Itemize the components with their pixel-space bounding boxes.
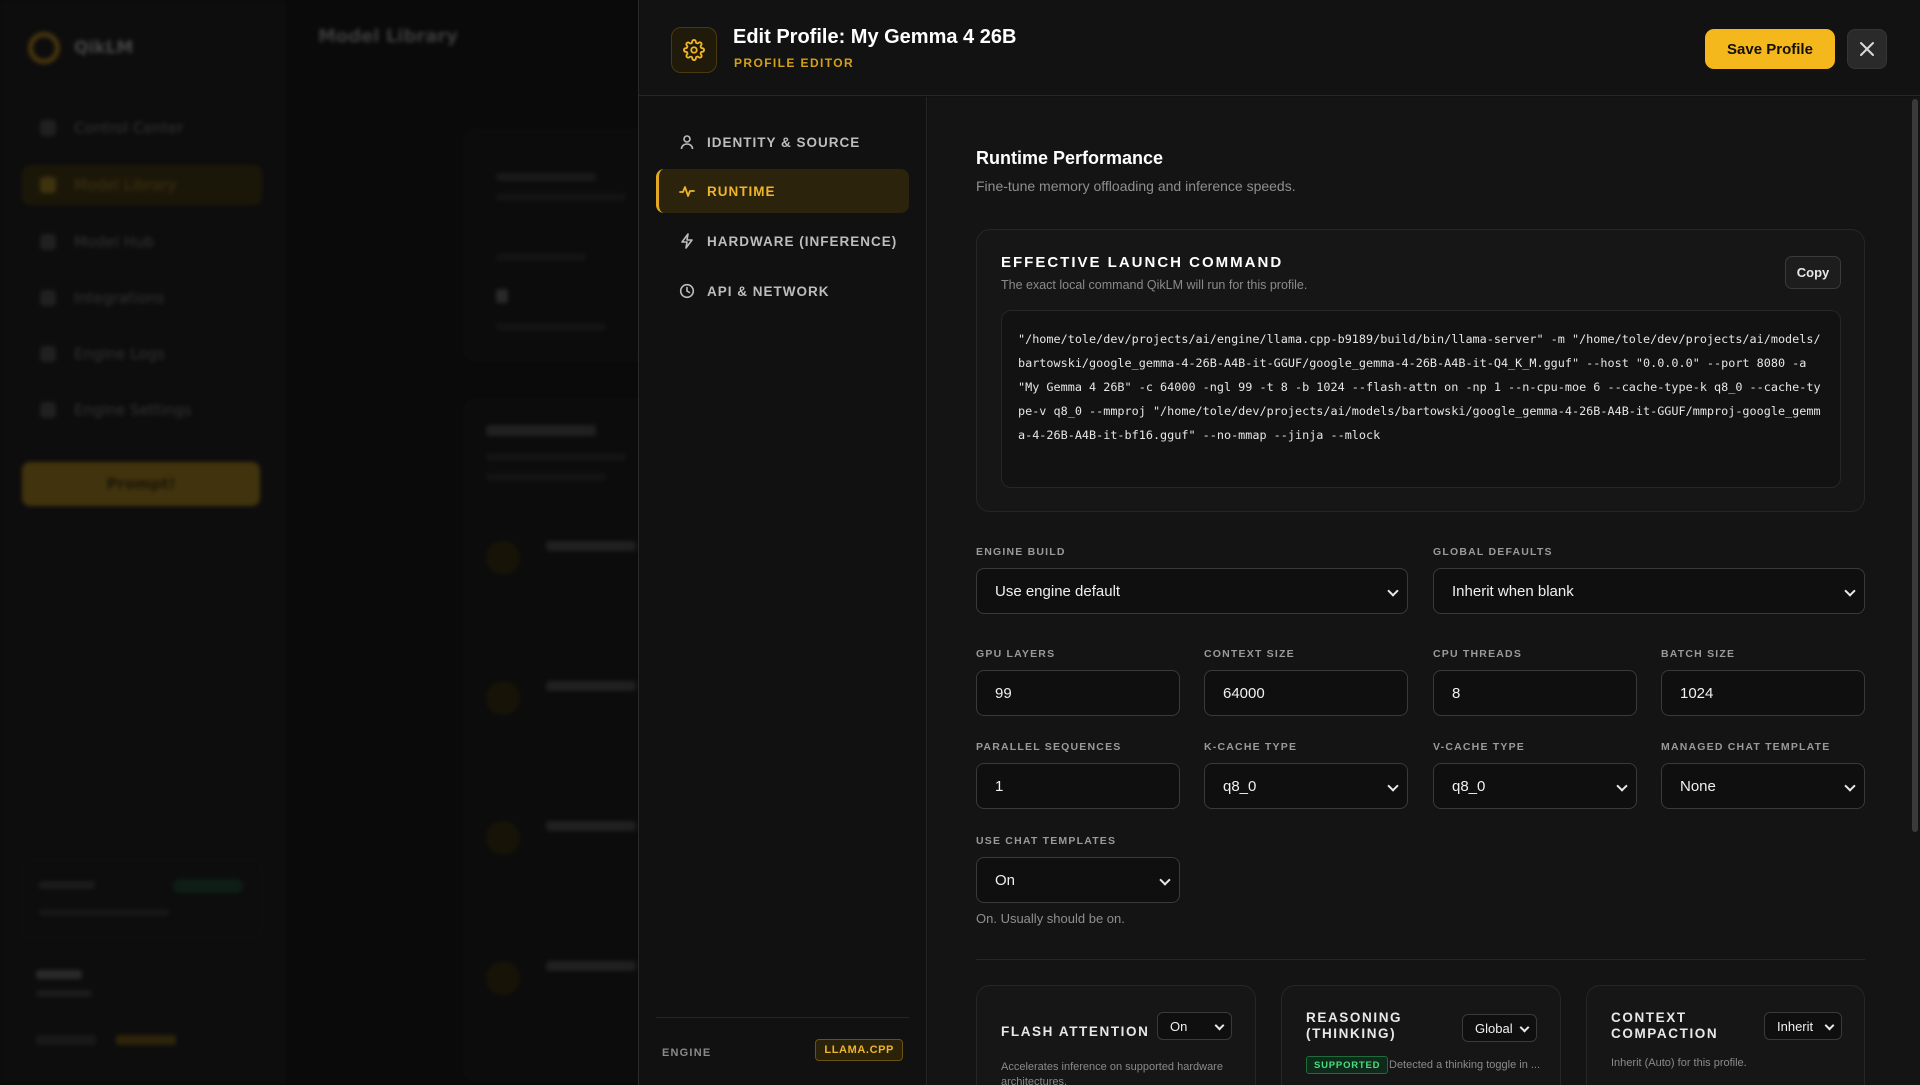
engine-build-label: ENGINE BUILD <box>976 546 1066 558</box>
lightning-icon <box>681 233 693 249</box>
flash-attention-select[interactable]: On <box>1157 1012 1232 1040</box>
engine-badge: LLAMA.CPP <box>815 1039 903 1061</box>
bg-page-title: Model Library <box>318 26 458 47</box>
bg-nav-engine-logs: Engine Logs <box>22 334 262 374</box>
profile-editor-nav: IDENTITY & SOURCE RUNTIME HARDWARE (INFE… <box>639 97 927 1085</box>
bg-nav-model-library: Model Library <box>22 165 262 205</box>
launch-command-description: The exact local command QikLM will run f… <box>1001 278 1308 292</box>
bg-prompt-button: Prompt! <box>22 462 260 506</box>
v-cache-type-label: V-CACHE TYPE <box>1433 741 1525 753</box>
nav-item-hardware[interactable]: HARDWARE (INFERENCE) <box>656 219 909 263</box>
engine-footer: ENGINE LLAMA.CPP <box>656 1017 909 1085</box>
reasoning-title: REASONING (THINKING) <box>1306 1010 1402 1042</box>
modal-subtitle: PROFILE EDITOR <box>734 56 855 70</box>
reasoning-description: Detected a thinking toggle in ... <box>1389 1059 1541 1071</box>
gpu-layers-label: GPU LAYERS <box>976 648 1056 660</box>
nav-item-label: HARDWARE (INFERENCE) <box>707 233 898 249</box>
nav-item-identity-source[interactable]: IDENTITY & SOURCE <box>656 120 909 164</box>
context-compaction-card: CONTEXT COMPACTION Inherit Inherit (Auto… <box>1586 985 1865 1085</box>
context-compaction-title-line1: CONTEXT <box>1611 1010 1687 1025</box>
global-defaults-select[interactable]: Inherit when blank <box>1433 568 1865 614</box>
flash-attention-card: FLASH ATTENTION On Accelerates inference… <box>976 985 1256 1085</box>
batch-size-label: BATCH SIZE <box>1661 648 1736 660</box>
nav-item-runtime[interactable]: RUNTIME <box>656 169 909 213</box>
context-compaction-title-line2: COMPACTION <box>1611 1026 1719 1041</box>
launch-command-card: EFFECTIVE LAUNCH COMMAND The exact local… <box>976 229 1865 512</box>
bg-engine-status <box>22 860 262 938</box>
bg-library-status-card <box>465 400 645 1080</box>
global-defaults-label: GLOBAL DEFAULTS <box>1433 546 1553 558</box>
section-divider <box>976 959 1865 960</box>
managed-chat-template-select[interactable]: None <box>1661 763 1865 809</box>
launch-command-title: EFFECTIVE LAUNCH COMMAND <box>1001 254 1284 271</box>
gpu-layers-input[interactable]: 99 <box>976 670 1180 716</box>
app-logo-icon <box>28 32 60 64</box>
save-profile-button[interactable]: Save Profile <box>1705 29 1835 69</box>
batch-size-input[interactable]: 1024 <box>1661 670 1865 716</box>
context-size-input[interactable]: 64000 <box>1204 670 1408 716</box>
k-cache-type-select[interactable]: q8_0 <box>1204 763 1408 809</box>
user-icon <box>680 135 694 150</box>
context-compaction-description: Inherit (Auto) for this profile. <box>1611 1057 1747 1069</box>
runtime-content[interactable]: Runtime Performance Fine-tune memory off… <box>928 97 1920 1085</box>
nav-item-label: API & NETWORK <box>707 283 830 299</box>
engine-build-select[interactable]: Use engine default <box>976 568 1408 614</box>
activity-icon <box>679 186 695 197</box>
use-chat-templates-label: USE CHAT TEMPLATES <box>976 835 1117 847</box>
bg-nav-model-hub: Model Hub <box>22 222 262 262</box>
reasoning-select[interactable]: Global <box>1462 1014 1537 1042</box>
use-chat-templates-select[interactable]: On <box>976 857 1180 903</box>
supported-badge: SUPPORTED <box>1306 1056 1389 1074</box>
context-compaction-title: CONTEXT COMPACTION <box>1611 1010 1718 1042</box>
app-name: QikLM <box>74 38 134 58</box>
nav-item-api-network[interactable]: API & NETWORK <box>656 269 909 313</box>
gear-icon <box>671 27 717 73</box>
nav-item-label: IDENTITY & SOURCE <box>707 134 861 150</box>
flash-attention-title: FLASH ATTENTION <box>1001 1024 1150 1039</box>
parallel-sequences-input[interactable]: 1 <box>976 763 1180 809</box>
cpu-threads-label: CPU THREADS <box>1433 648 1523 660</box>
modal-header: Edit Profile: My Gemma 4 26B PROFILE EDI… <box>639 0 1920 96</box>
v-cache-type-select[interactable]: q8_0 <box>1433 763 1637 809</box>
launch-command-text[interactable]: "/home/tole/dev/projects/ai/engine/llama… <box>1001 310 1841 488</box>
use-chat-templates-hint: On. Usually should be on. <box>976 911 1125 926</box>
parallel-sequences-label: PARALLEL SEQUENCES <box>976 741 1122 753</box>
flash-attention-description: Accelerates inference on supported hardw… <box>1001 1061 1223 1085</box>
reasoning-card: REASONING (THINKING) Global SUPPORTED De… <box>1281 985 1561 1085</box>
engine-label: ENGINE <box>662 1047 712 1059</box>
k-cache-type-label: K-CACHE TYPE <box>1204 741 1298 753</box>
close-button[interactable] <box>1847 29 1887 69</box>
context-size-label: CONTEXT SIZE <box>1204 648 1295 660</box>
reasoning-title-line2: (THINKING) <box>1306 1026 1397 1041</box>
bg-local-library-card <box>465 130 645 360</box>
content-scrollbar[interactable] <box>1909 97 1920 1085</box>
background-sidebar: QikLM Control Center Model Library Model… <box>0 0 285 1085</box>
section-title: Runtime Performance <box>976 148 1164 168</box>
bg-nav-engine-settings: Engine Settings <box>22 390 262 430</box>
context-compaction-select[interactable]: Inherit <box>1764 1012 1842 1040</box>
bg-user-block <box>36 970 236 1010</box>
copy-button[interactable]: Copy <box>1785 256 1841 289</box>
modal-title: Edit Profile: My Gemma 4 26B <box>733 26 1017 48</box>
close-icon <box>1860 42 1874 56</box>
nav-item-label: RUNTIME <box>707 183 776 199</box>
reasoning-title-line1: REASONING <box>1306 1010 1403 1025</box>
cpu-threads-input[interactable]: 8 <box>1433 670 1637 716</box>
edit-profile-modal: Edit Profile: My Gemma 4 26B PROFILE EDI… <box>638 0 1920 1085</box>
clock-icon <box>679 283 695 299</box>
bg-nav-control-center: Control Center <box>22 108 262 148</box>
bg-nav-integrations: Integrations <box>22 278 262 318</box>
managed-chat-template-label: MANAGED CHAT TEMPLATE <box>1661 741 1831 753</box>
bg-footer <box>36 1035 186 1045</box>
section-subtitle: Fine-tune memory offloading and inferenc… <box>976 178 1296 194</box>
scrollbar-thumb[interactable] <box>1912 99 1918 832</box>
